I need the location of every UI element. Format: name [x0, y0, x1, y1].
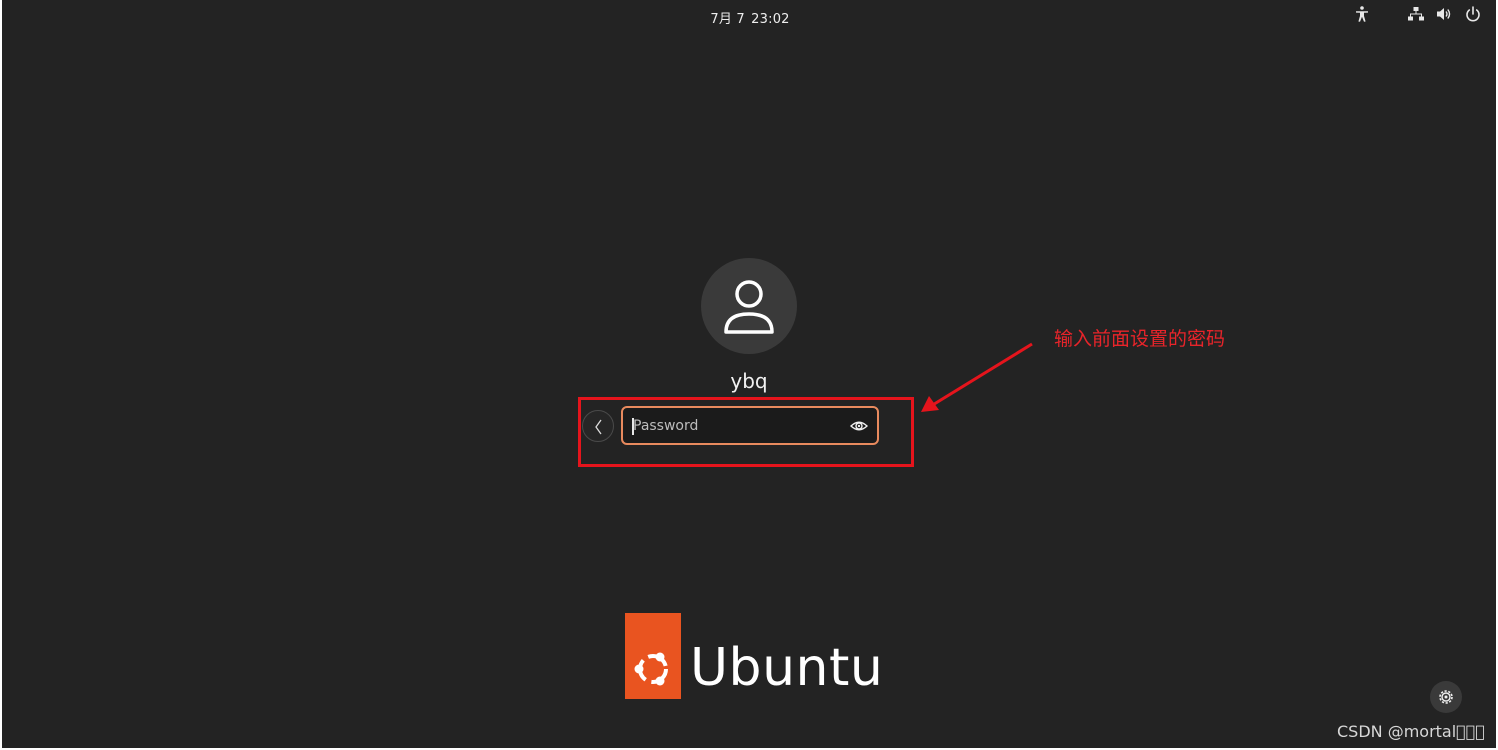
annotation-arrow-icon [921, 342, 1033, 412]
clock-date: 7月 7 [710, 12, 745, 27]
circle-of-friends-icon [634, 652, 668, 686]
clock-time: 23:02 [751, 12, 790, 27]
session-settings-button[interactable] [1430, 681, 1462, 713]
annotation-highlight-box [578, 397, 914, 467]
power-icon[interactable] [1464, 5, 1482, 23]
annotation-text: 输入前面设置的密码 [1054, 328, 1226, 350]
ubuntu-logo [625, 613, 681, 699]
network-icon[interactable] [1407, 5, 1425, 23]
volume-icon[interactable] [1435, 5, 1453, 23]
gear-icon [1439, 690, 1453, 704]
user-avatar [701, 258, 797, 354]
ubuntu-wordmark: Ubuntu [690, 638, 884, 698]
user-icon [724, 280, 774, 334]
csdn-watermark: CSDN @mortal    [1337, 722, 1485, 741]
username-label: ybq [730, 369, 768, 393]
login-screen: 7月 7 23:02 ybq 输入前面设置的密码 Ubuntu [2, 0, 1496, 748]
top-bar: 7月 7 23:02 [2, 0, 1496, 32]
clock[interactable]: 7月 7 23:02 [2, 8, 1496, 27]
accessibility-icon[interactable] [1353, 5, 1371, 23]
